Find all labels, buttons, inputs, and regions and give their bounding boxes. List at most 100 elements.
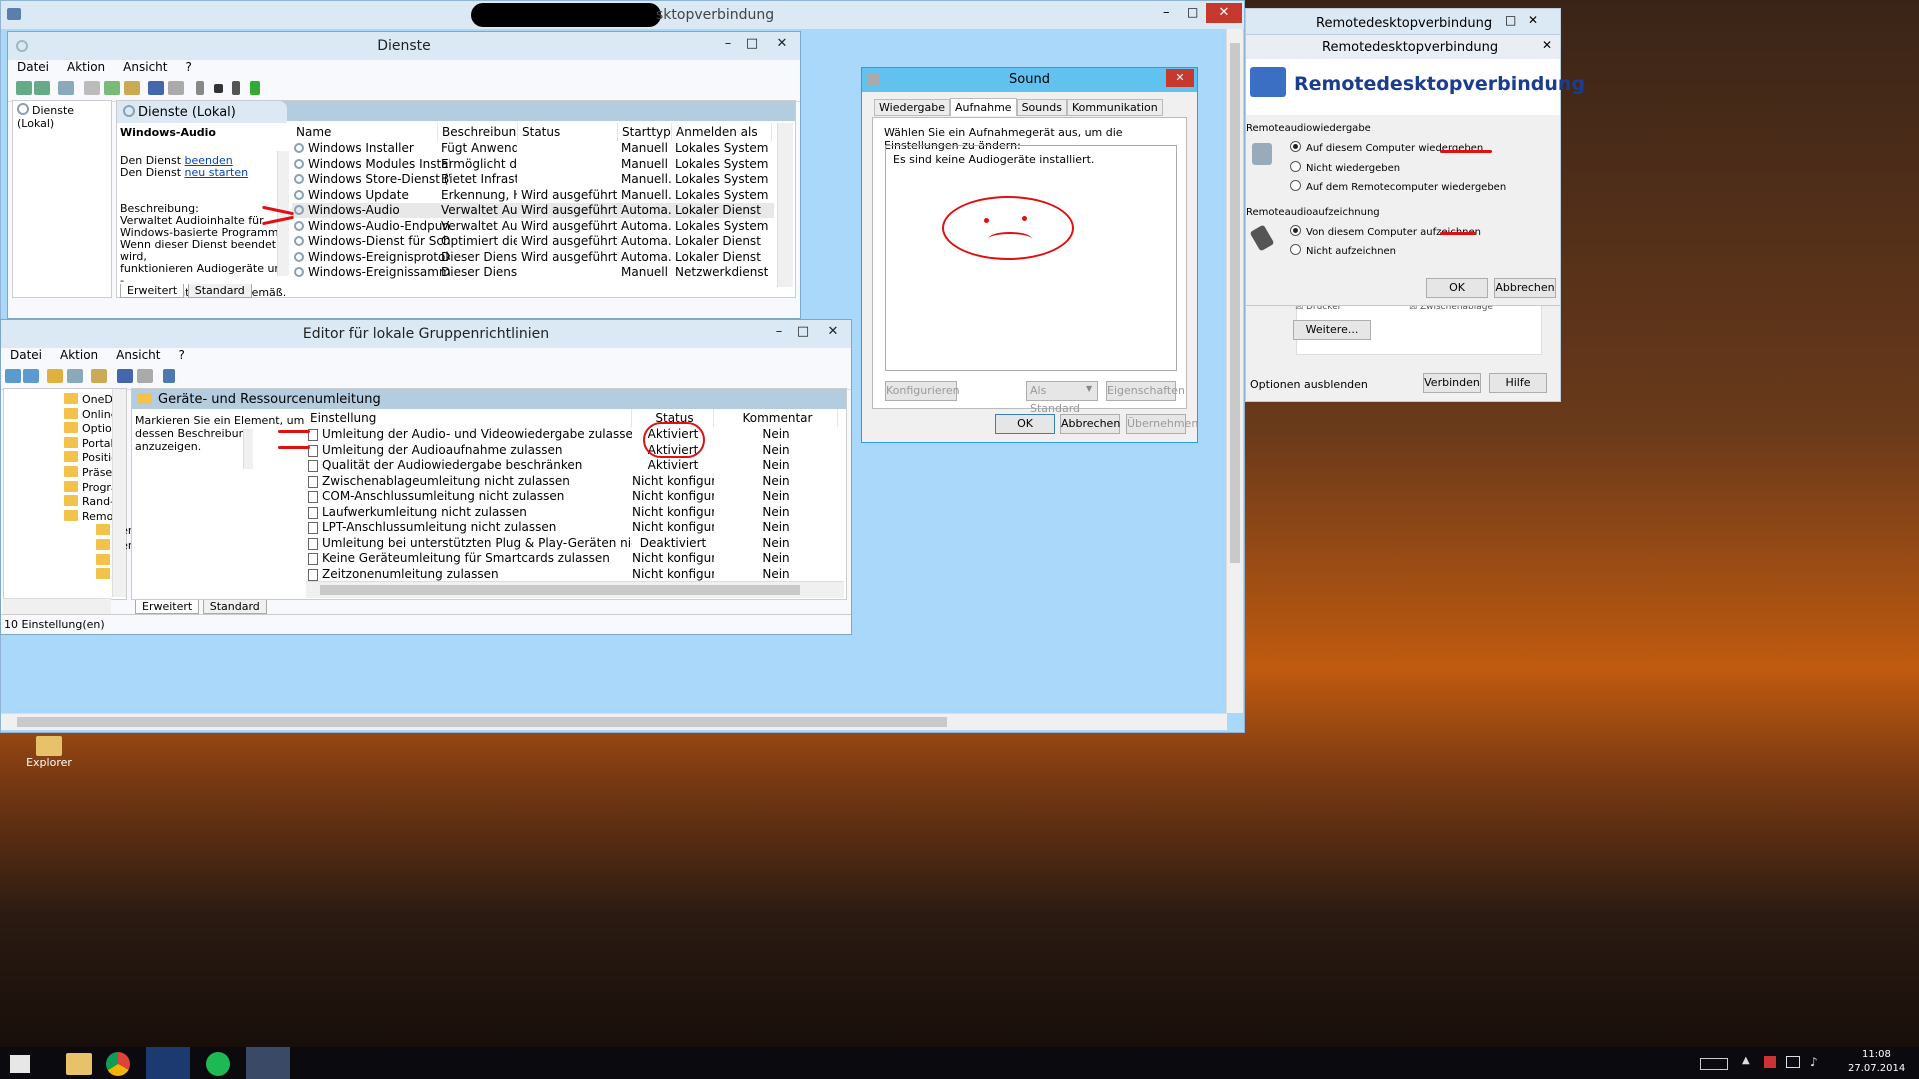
console-tree-icon[interactable] bbox=[58, 81, 74, 95]
tab-erweitert[interactable]: Erweitert bbox=[135, 600, 200, 614]
tab-aufnahme[interactable]: Aufnahme bbox=[950, 98, 1017, 116]
back-icon[interactable] bbox=[16, 81, 32, 95]
export-icon[interactable] bbox=[91, 369, 107, 383]
clock-time[interactable]: 11:08 bbox=[1862, 1049, 1891, 1060]
minimize-icon[interactable]: – bbox=[1486, 13, 1492, 27]
tab-standard[interactable]: Standard bbox=[187, 284, 252, 298]
view-icon[interactable] bbox=[168, 81, 184, 95]
help-icon[interactable] bbox=[117, 369, 133, 383]
tab-kommunikation[interactable]: Kommunikation bbox=[1066, 99, 1163, 116]
tree-item[interactable]: Remot bbox=[64, 509, 118, 523]
help-icon[interactable] bbox=[148, 81, 164, 95]
ok-button[interactable]: OK bbox=[995, 414, 1055, 434]
properties-button[interactable]: Eigenschaften bbox=[1106, 381, 1185, 401]
tree-scrollbar[interactable] bbox=[112, 389, 126, 597]
close-icon[interactable]: ✕ bbox=[816, 322, 850, 342]
refresh-icon[interactable] bbox=[104, 81, 120, 95]
rdc-outer-titlebar[interactable]: Remotedesktopverbindung – □ ✕ bbox=[1246, 9, 1560, 37]
cancel-button[interactable]: Abbrechen bbox=[1060, 414, 1120, 434]
close-icon[interactable]: ✕ bbox=[1206, 3, 1242, 23]
policy-row[interactable]: Zeitzonenumleitung zulassen Nicht konfigu… bbox=[306, 567, 842, 582]
restart-service-link[interactable]: neu starten bbox=[185, 166, 249, 179]
pause-icon[interactable] bbox=[232, 81, 240, 95]
back-icon[interactable] bbox=[5, 369, 21, 383]
rdp-titlebar[interactable]: sktopverbindung – □ ✕ bbox=[1, 1, 1244, 29]
menu-help[interactable]: ? bbox=[169, 345, 193, 365]
services-titlebar[interactable]: Dienste bbox=[8, 32, 800, 60]
forward-icon[interactable] bbox=[23, 369, 39, 383]
recording-device-list[interactable]: Es sind keine Audiogeräte installiert. bbox=[885, 145, 1177, 371]
up-folder-icon[interactable] bbox=[47, 369, 63, 383]
close-icon[interactable]: ✕ bbox=[1166, 69, 1194, 87]
gpedit-titlebar[interactable]: Editor für lokale Gruppenrichtlinien bbox=[1, 320, 851, 348]
windows-start-icon[interactable] bbox=[10, 1055, 30, 1073]
scroll-thumb[interactable] bbox=[17, 717, 947, 727]
connect-button[interactable]: Verbinden bbox=[1423, 373, 1481, 393]
tree-item[interactable]: Progra bbox=[64, 480, 118, 494]
minimize-icon[interactable]: – bbox=[766, 322, 792, 342]
properties-icon[interactable] bbox=[84, 81, 100, 95]
clock-date[interactable]: 27.07.2014 bbox=[1848, 1063, 1905, 1074]
tree-item[interactable]: Option bbox=[64, 422, 119, 435]
file-explorer-icon[interactable] bbox=[66, 1053, 92, 1075]
rdc-dialog-titlebar[interactable]: Remotedesktopverbindung ✕ bbox=[1246, 35, 1560, 59]
tab-wiedergabe[interactable]: Wiedergabe bbox=[874, 99, 951, 116]
chevron-down-icon[interactable]: ▼ bbox=[1086, 384, 1092, 393]
export-icon[interactable] bbox=[124, 81, 140, 95]
close-icon[interactable]: ✕ bbox=[1542, 38, 1552, 52]
rdp-vertical-scrollbar[interactable] bbox=[1226, 29, 1243, 713]
help-button[interactable]: Hilfe bbox=[1489, 373, 1547, 393]
menu-ansicht[interactable]: Ansicht bbox=[107, 345, 169, 365]
menu-aktion[interactable]: Aktion bbox=[51, 345, 107, 365]
tree-item[interactable]: Positio bbox=[64, 451, 118, 464]
tree-item[interactable]: Portab bbox=[64, 436, 118, 450]
hide-options-link[interactable]: Optionen ausblenden bbox=[1250, 378, 1368, 391]
tree-item[interactable]: Online bbox=[64, 407, 117, 421]
services-list-scrollbar[interactable] bbox=[777, 123, 793, 287]
minimize-icon[interactable]: – bbox=[1163, 5, 1170, 20]
maximize-icon[interactable]: □ bbox=[1505, 13, 1516, 27]
more-button[interactable]: Weitere... bbox=[1293, 320, 1371, 340]
configure-button[interactable]: Konfigurieren bbox=[885, 381, 960, 401]
close-icon[interactable]: ✕ bbox=[765, 34, 799, 54]
stop-icon[interactable] bbox=[214, 84, 223, 93]
tree-item[interactable]: OneDr bbox=[64, 393, 117, 406]
table-row[interactable]: Windows-EreignissammlungDieser Dienst ..… bbox=[292, 265, 774, 280]
tab-erweitert[interactable]: Erweitert bbox=[120, 284, 185, 298]
tab-sounds[interactable]: Sounds bbox=[1016, 99, 1067, 116]
maximize-icon[interactable]: □ bbox=[1187, 5, 1198, 19]
minimize-icon[interactable]: – bbox=[715, 34, 741, 54]
tree-hscrollbar[interactable] bbox=[3, 598, 111, 615]
rdp-horizontal-scrollbar[interactable] bbox=[1, 713, 1227, 730]
flag-icon[interactable] bbox=[1764, 1056, 1776, 1068]
record-option-none[interactable]: Nicht aufzeichnen bbox=[1290, 244, 1396, 257]
menu-ansicht[interactable]: Ansicht bbox=[114, 57, 176, 77]
remote-desktop-icon[interactable] bbox=[246, 1047, 290, 1079]
menu-datei[interactable]: Datei bbox=[1, 345, 51, 365]
spotify-icon[interactable] bbox=[206, 1052, 230, 1076]
restart-icon[interactable] bbox=[250, 81, 260, 95]
volume-icon[interactable]: ♪ bbox=[1810, 1055, 1818, 1069]
maximize-icon[interactable]: □ bbox=[739, 34, 765, 54]
app-icon[interactable] bbox=[146, 1047, 190, 1079]
maximize-icon[interactable]: □ bbox=[790, 322, 816, 342]
console-tree-icon[interactable] bbox=[67, 369, 83, 383]
chevron-up-icon[interactable]: ▲ bbox=[1742, 1055, 1750, 1066]
playback-option-remote[interactable]: Auf dem Remotecomputer wiedergeben bbox=[1290, 180, 1506, 193]
scroll-thumb[interactable] bbox=[1230, 43, 1240, 563]
hint-scrollbar[interactable] bbox=[243, 429, 253, 469]
cancel-button[interactable]: Abbrechen bbox=[1494, 278, 1556, 298]
view-icon[interactable] bbox=[137, 369, 153, 383]
tab-standard[interactable]: Standard bbox=[202, 600, 267, 614]
tree-item-services-local[interactable]: Dienste (Lokal) bbox=[17, 103, 111, 130]
close-icon[interactable]: ✕ bbox=[1528, 13, 1538, 27]
menu-datei[interactable]: Datei bbox=[8, 57, 58, 77]
forward-icon[interactable] bbox=[34, 81, 50, 95]
policy-hscrollbar[interactable] bbox=[306, 581, 844, 598]
ok-button[interactable]: OK bbox=[1426, 278, 1488, 298]
filter-icon[interactable] bbox=[163, 369, 175, 383]
tree-item[interactable]: Präsen bbox=[64, 466, 119, 479]
desktop-icon-explorer[interactable]: Explorer bbox=[24, 736, 74, 769]
sound-titlebar[interactable]: Sound ✕ bbox=[862, 68, 1197, 92]
network-icon[interactable] bbox=[1786, 1056, 1800, 1068]
